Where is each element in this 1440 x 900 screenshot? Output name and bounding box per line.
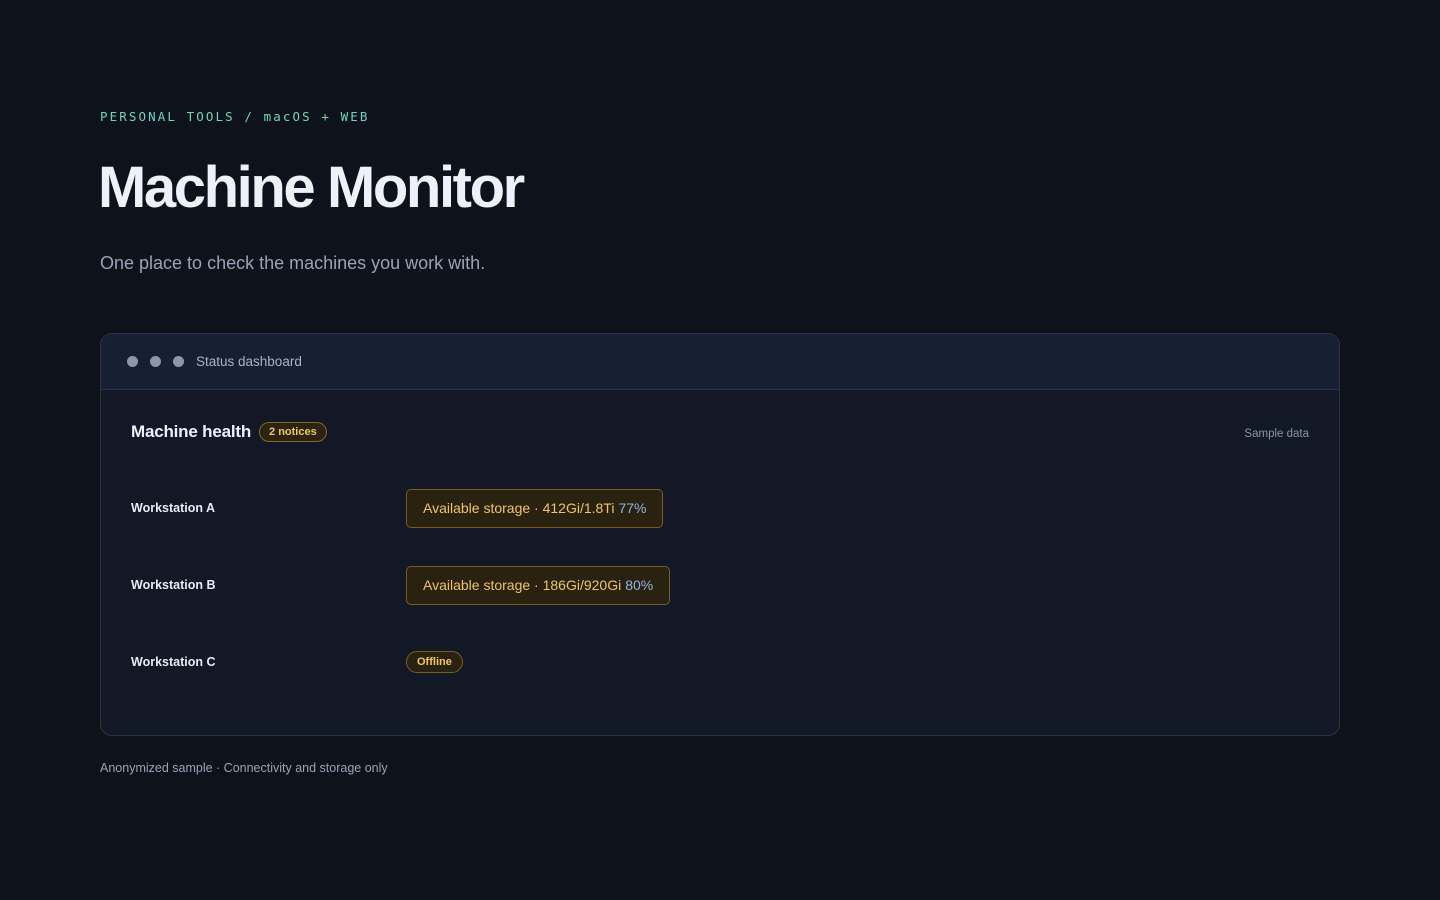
window-titlebar: Status dashboard: [101, 334, 1339, 390]
page-title: Machine Monitor: [98, 155, 525, 220]
storage-percent: 80%: [625, 577, 654, 593]
window-dot-icon[interactable]: [173, 356, 184, 367]
storage-text: Available storage · 186Gi/920Gi: [423, 577, 622, 593]
machine-name: Workstation B: [131, 578, 216, 592]
machine-name: Workstation A: [131, 501, 216, 515]
panel-title: Machine health: [131, 422, 252, 441]
storage-percent: 77%: [618, 500, 647, 516]
window-dot-icon[interactable]: [127, 356, 138, 367]
storage-status-pill[interactable]: Available storage · 412Gi/1.8Ti 77%: [406, 488, 664, 528]
machine-row: Workstation B Available storage · 186Gi/…: [131, 565, 671, 605]
storage-text: Available storage · 412Gi/1.8Ti: [423, 500, 615, 516]
machine-row: Workstation C Offline: [131, 642, 463, 682]
notices-badge[interactable]: 2 notices: [259, 422, 327, 442]
window-dot-icon[interactable]: [150, 356, 161, 367]
machine-row: Workstation A Available storage · 412Gi/…: [131, 488, 664, 528]
window-title: Status dashboard: [196, 354, 302, 369]
panel-header: Machine health 2 notices: [131, 422, 327, 442]
footer-note: Anonymized sample · Connectivity and sto…: [100, 761, 388, 775]
sample-data-label: Sample data: [1244, 428, 1309, 440]
page-subtitle: One place to check the machines you work…: [100, 253, 486, 273]
page: PERSONAL TOOLS / macOS + WEB Machine Mon…: [0, 0, 1440, 900]
storage-status-pill[interactable]: Available storage · 186Gi/920Gi 80%: [406, 565, 671, 605]
eyebrow-label: PERSONAL TOOLS / macOS + WEB: [100, 109, 370, 124]
status-dashboard-window: Status dashboard Machine health 2 notice…: [100, 333, 1340, 736]
offline-status-badge[interactable]: Offline: [406, 651, 463, 673]
machine-name: Workstation C: [131, 655, 216, 669]
